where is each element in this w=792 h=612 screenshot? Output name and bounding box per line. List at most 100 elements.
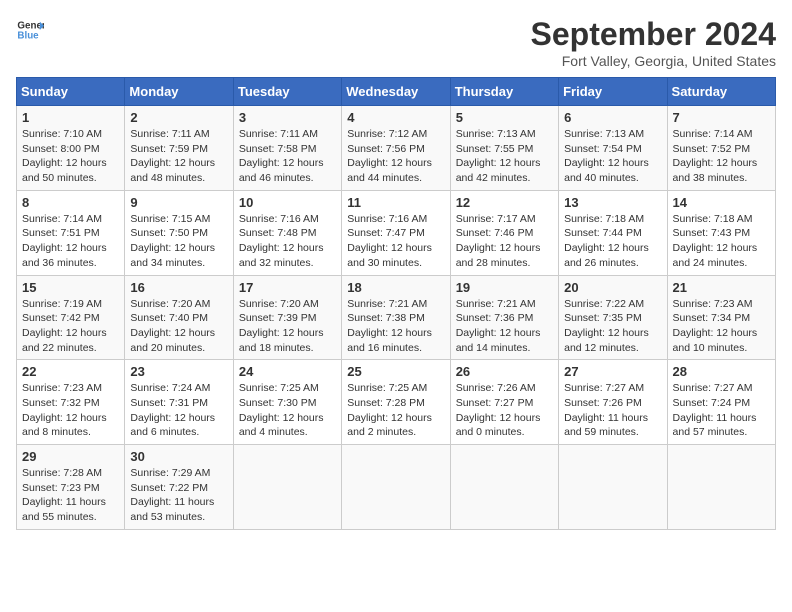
day-detail: Sunrise: 7:23 AM Sunset: 7:32 PM Dayligh… [22, 381, 119, 440]
day-number: 16 [130, 280, 227, 295]
table-row: 8Sunrise: 7:14 AM Sunset: 7:51 PM Daylig… [17, 190, 125, 275]
table-row: 11Sunrise: 7:16 AM Sunset: 7:47 PM Dayli… [342, 190, 450, 275]
day-detail: Sunrise: 7:16 AM Sunset: 7:47 PM Dayligh… [347, 212, 444, 271]
day-number: 20 [564, 280, 661, 295]
table-row [233, 445, 341, 530]
calendar-week-4: 22 Sunrise: 7:23 AM Sunset: 7:32 PM Dayli… [17, 360, 776, 445]
day-number: 3 [239, 110, 336, 125]
day-detail: Sunrise: 7:20 AM Sunset: 7:40 PM Dayligh… [130, 297, 227, 356]
day-number: 18 [347, 280, 444, 295]
day-detail: Sunrise: 7:26 AM Sunset: 7:27 PM Dayligh… [456, 381, 553, 440]
calendar-week-5: 29 Sunrise: 7:28 AM Sunset: 7:23 PM Dayli… [17, 445, 776, 530]
day-number: 9 [130, 195, 227, 210]
calendar-header-row: Sunday Monday Tuesday Wednesday Thursday… [17, 78, 776, 106]
day-detail: Sunrise: 7:23 AM Sunset: 7:34 PM Dayligh… [673, 297, 770, 356]
day-detail: Sunrise: 7:16 AM Sunset: 7:48 PM Dayligh… [239, 212, 336, 271]
table-row: 6 Sunrise: 7:13 AM Sunset: 7:54 PM Daylig… [559, 106, 667, 191]
table-row: 5Sunrise: 7:13 AM Sunset: 7:55 PM Daylig… [450, 106, 558, 191]
day-number: 7 [673, 110, 770, 125]
day-detail: Sunrise: 7:28 AM Sunset: 7:23 PM Dayligh… [22, 466, 119, 525]
table-row: 19 Sunrise: 7:21 AM Sunset: 7:36 PM Dayli… [450, 275, 558, 360]
day-detail: Sunrise: 7:22 AM Sunset: 7:35 PM Dayligh… [564, 297, 661, 356]
table-row: 9 Sunrise: 7:15 AM Sunset: 7:50 PM Daylig… [125, 190, 233, 275]
table-row: 24 Sunrise: 7:25 AM Sunset: 7:30 PM Dayli… [233, 360, 341, 445]
col-sunday: Sunday [17, 78, 125, 106]
day-detail: Sunrise: 7:15 AM Sunset: 7:50 PM Dayligh… [130, 212, 227, 271]
calendar-table: Sunday Monday Tuesday Wednesday Thursday… [16, 77, 776, 530]
table-row: 14 Sunrise: 7:18 AM Sunset: 7:43 PM Dayli… [667, 190, 775, 275]
day-number: 30 [130, 449, 227, 464]
table-row: 13 Sunrise: 7:18 AM Sunset: 7:44 PM Dayli… [559, 190, 667, 275]
col-monday: Monday [125, 78, 233, 106]
table-row: 15 Sunrise: 7:19 AM Sunset: 7:42 PM Dayli… [17, 275, 125, 360]
day-number: 4 [347, 110, 444, 125]
table-row [342, 445, 450, 530]
day-detail: Sunrise: 7:14 AM Sunset: 7:52 PM Dayligh… [673, 127, 770, 186]
logo: General Blue [16, 16, 44, 44]
day-detail: Sunrise: 7:18 AM Sunset: 7:43 PM Dayligh… [673, 212, 770, 271]
day-number: 19 [456, 280, 553, 295]
svg-text:Blue: Blue [17, 30, 39, 41]
table-row: 10Sunrise: 7:16 AM Sunset: 7:48 PM Dayli… [233, 190, 341, 275]
day-number: 14 [673, 195, 770, 210]
calendar-week-3: 15 Sunrise: 7:19 AM Sunset: 7:42 PM Dayli… [17, 275, 776, 360]
subtitle: Fort Valley, Georgia, United States [531, 53, 776, 69]
day-detail: Sunrise: 7:27 AM Sunset: 7:24 PM Dayligh… [673, 381, 770, 440]
day-detail: Sunrise: 7:10 AM Sunset: 8:00 PM Dayligh… [22, 127, 119, 186]
table-row: 22 Sunrise: 7:23 AM Sunset: 7:32 PM Dayli… [17, 360, 125, 445]
table-row: 27Sunrise: 7:27 AM Sunset: 7:26 PM Dayli… [559, 360, 667, 445]
day-detail: Sunrise: 7:11 AM Sunset: 7:58 PM Dayligh… [239, 127, 336, 186]
day-number: 15 [22, 280, 119, 295]
col-saturday: Saturday [667, 78, 775, 106]
col-wednesday: Wednesday [342, 78, 450, 106]
day-detail: Sunrise: 7:24 AM Sunset: 7:31 PM Dayligh… [130, 381, 227, 440]
day-number: 1 [22, 110, 119, 125]
day-detail: Sunrise: 7:21 AM Sunset: 7:36 PM Dayligh… [456, 297, 553, 356]
day-detail: Sunrise: 7:12 AM Sunset: 7:56 PM Dayligh… [347, 127, 444, 186]
table-row: 23Sunrise: 7:24 AM Sunset: 7:31 PM Dayli… [125, 360, 233, 445]
header: General Blue September 2024 Fort Valley,… [16, 16, 776, 69]
day-detail: Sunrise: 7:25 AM Sunset: 7:30 PM Dayligh… [239, 381, 336, 440]
day-detail: Sunrise: 7:25 AM Sunset: 7:28 PM Dayligh… [347, 381, 444, 440]
table-row: 20 Sunrise: 7:22 AM Sunset: 7:35 PM Dayli… [559, 275, 667, 360]
table-row: 29 Sunrise: 7:28 AM Sunset: 7:23 PM Dayli… [17, 445, 125, 530]
day-number: 28 [673, 364, 770, 379]
day-detail: Sunrise: 7:20 AM Sunset: 7:39 PM Dayligh… [239, 297, 336, 356]
table-row: 26Sunrise: 7:26 AM Sunset: 7:27 PM Dayli… [450, 360, 558, 445]
col-thursday: Thursday [450, 78, 558, 106]
table-row: 18 Sunrise: 7:21 AM Sunset: 7:38 PM Dayli… [342, 275, 450, 360]
table-row: 28 Sunrise: 7:27 AM Sunset: 7:24 PM Dayli… [667, 360, 775, 445]
day-number: 29 [22, 449, 119, 464]
table-row [667, 445, 775, 530]
logo-icon: General Blue [16, 16, 44, 44]
day-detail: Sunrise: 7:13 AM Sunset: 7:55 PM Dayligh… [456, 127, 553, 186]
calendar-week-1: 1 Sunrise: 7:10 AM Sunset: 8:00 PM Daylig… [17, 106, 776, 191]
day-number: 21 [673, 280, 770, 295]
day-number: 2 [130, 110, 227, 125]
col-friday: Friday [559, 78, 667, 106]
day-detail: Sunrise: 7:19 AM Sunset: 7:42 PM Dayligh… [22, 297, 119, 356]
calendar-week-2: 8Sunrise: 7:14 AM Sunset: 7:51 PM Daylig… [17, 190, 776, 275]
table-row: 30Sunrise: 7:29 AM Sunset: 7:22 PM Dayli… [125, 445, 233, 530]
day-number: 17 [239, 280, 336, 295]
day-detail: Sunrise: 7:18 AM Sunset: 7:44 PM Dayligh… [564, 212, 661, 271]
title-area: September 2024 Fort Valley, Georgia, Uni… [531, 16, 776, 69]
day-detail: Sunrise: 7:13 AM Sunset: 7:54 PM Dayligh… [564, 127, 661, 186]
table-row: 2 Sunrise: 7:11 AM Sunset: 7:59 PM Daylig… [125, 106, 233, 191]
day-number: 24 [239, 364, 336, 379]
day-number: 27 [564, 364, 661, 379]
day-number: 22 [22, 364, 119, 379]
table-row: 16 Sunrise: 7:20 AM Sunset: 7:40 PM Dayli… [125, 275, 233, 360]
day-number: 25 [347, 364, 444, 379]
day-number: 6 [564, 110, 661, 125]
table-row: 7 Sunrise: 7:14 AM Sunset: 7:52 PM Daylig… [667, 106, 775, 191]
main-title: September 2024 [531, 16, 776, 53]
table-row: 4 Sunrise: 7:12 AM Sunset: 7:56 PM Daylig… [342, 106, 450, 191]
table-row [559, 445, 667, 530]
table-row: 17 Sunrise: 7:20 AM Sunset: 7:39 PM Dayli… [233, 275, 341, 360]
day-detail: Sunrise: 7:11 AM Sunset: 7:59 PM Dayligh… [130, 127, 227, 186]
day-number: 8 [22, 195, 119, 210]
table-row: 3 Sunrise: 7:11 AM Sunset: 7:58 PM Daylig… [233, 106, 341, 191]
day-detail: Sunrise: 7:21 AM Sunset: 7:38 PM Dayligh… [347, 297, 444, 356]
day-number: 13 [564, 195, 661, 210]
